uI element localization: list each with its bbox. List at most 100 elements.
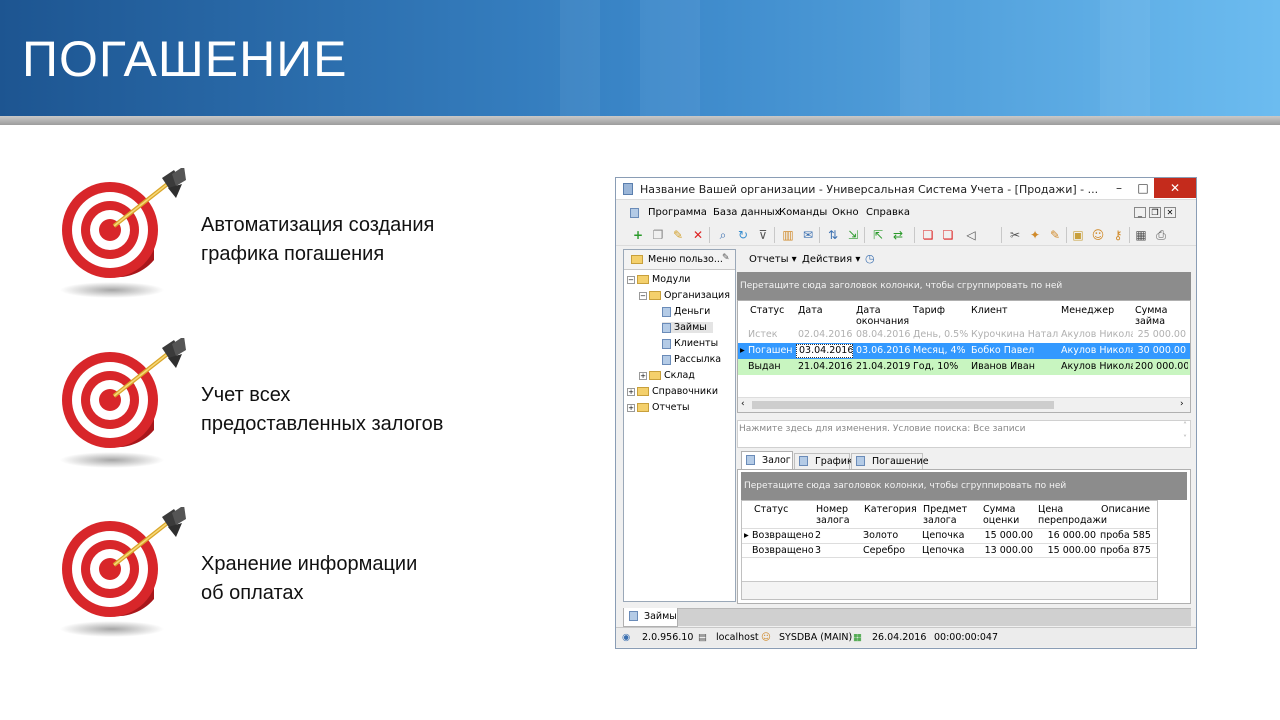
document-tab-loans[interactable]: Займы: [623, 608, 678, 627]
scroll-right-icon[interactable]: ›: [1180, 399, 1184, 409]
table-row-selected[interactable]: ▸ Погашен 03.04.2016 03.06.2016 Месяц, 4…: [738, 343, 1190, 359]
column-header-status[interactable]: Статус: [752, 504, 788, 515]
collapse-icon[interactable]: −: [627, 275, 635, 284]
reports-dropdown[interactable]: Отчеты ▾: [749, 254, 797, 265]
tree-node-clients[interactable]: Клиенты: [662, 338, 718, 349]
folder-icon: [637, 275, 649, 284]
menu-item-window[interactable]: Окно: [832, 207, 859, 218]
print-icon[interactable]: ⎙: [1154, 228, 1168, 242]
user-menu-tab[interactable]: Меню пользо... ✎: [624, 250, 735, 270]
comment-icon[interactable]: ✉: [801, 228, 815, 242]
column-header-category[interactable]: Категория: [862, 504, 917, 515]
filter-panel[interactable]: Нажмите здесь для изменения. Условие пои…: [737, 420, 1191, 448]
tree-label: Займы: [674, 322, 707, 333]
tree-node-loans[interactable]: Займы: [662, 322, 713, 333]
transfer-icon[interactable]: ⇄: [891, 228, 905, 242]
horizontal-scrollbar[interactable]: ‹ ›: [738, 397, 1190, 412]
window-titlebar[interactable]: Название Вашей организации - Универсальн…: [616, 178, 1196, 200]
note-icon[interactable]: ✎: [1048, 228, 1062, 242]
slide-title: ПОГАШЕНИЕ: [22, 31, 348, 87]
mdi-close-button[interactable]: ✕: [1164, 207, 1176, 218]
copy-icon[interactable]: ❐: [651, 228, 665, 242]
maximize-button[interactable]: □: [1132, 178, 1154, 198]
scroll-left-icon[interactable]: ‹: [741, 399, 745, 409]
export-icon[interactable]: ⇲: [846, 228, 860, 242]
column-header-description[interactable]: Описание: [1099, 504, 1150, 515]
close-button[interactable]: ✕: [1154, 178, 1196, 198]
scrollbar-thumb[interactable]: [752, 401, 1054, 409]
tree-node-modules[interactable]: − Модули: [627, 274, 690, 285]
filter-icon[interactable]: ⊽: [756, 228, 770, 242]
cell-client: Бобко Павел: [971, 345, 1035, 356]
group-by-panel[interactable]: Перетащите сюда заголовок колонки, чтобы…: [741, 472, 1187, 500]
tab-repayment[interactable]: Погашение: [851, 453, 929, 469]
delete-icon[interactable]: ✕: [691, 228, 705, 242]
scroll-up-icon[interactable]: ˄: [1183, 421, 1187, 430]
chart-icon[interactable]: ▥: [781, 228, 795, 242]
clock-icon[interactable]: ◷: [865, 252, 875, 265]
mdi-restore-button[interactable]: ❐: [1149, 207, 1161, 218]
menu-item-database[interactable]: База данных: [713, 207, 781, 218]
tree-node-money[interactable]: Деньги: [662, 306, 710, 317]
column-header-end-date[interactable]: Дата окончания: [854, 305, 909, 327]
document-icon: [662, 354, 671, 365]
table-row[interactable]: Выдан 21.04.2016 21.04.2019 Год, 10% Ива…: [738, 359, 1190, 375]
column-header-date[interactable]: Дата: [796, 305, 823, 316]
column-header-tariff[interactable]: Тариф: [911, 305, 945, 316]
minimize-button[interactable]: –: [1106, 178, 1132, 198]
menu-item-program[interactable]: Программа: [648, 207, 707, 218]
cell-resale: 15 000.00: [1047, 545, 1096, 556]
column-header-resale[interactable]: Цена перепродажи: [1036, 504, 1107, 526]
header-decoration: [1100, 0, 1150, 116]
settings-icon[interactable]: ✦: [1028, 228, 1042, 242]
add-icon[interactable]: +: [631, 228, 645, 242]
menu-item-commands[interactable]: Команды: [779, 207, 827, 218]
table-row[interactable]: Истек 02.04.2016 08.04.2016 День, 0.5% К…: [738, 327, 1190, 343]
tree-node-reports[interactable]: + Отчеты: [627, 402, 690, 413]
column-header-sum[interactable]: Сумма займа: [1133, 305, 1167, 327]
mdi-minimize-button[interactable]: _: [1134, 207, 1146, 218]
users-icon[interactable]: ☺: [1091, 228, 1105, 242]
edit-icon[interactable]: ✎: [671, 228, 685, 242]
tree-node-mailing[interactable]: Рассылка: [662, 354, 721, 365]
column-header-status[interactable]: Статус: [748, 305, 784, 316]
refresh-icon[interactable]: ↻: [736, 228, 750, 242]
column-header-item[interactable]: Предмет залога: [921, 504, 967, 526]
group-by-panel[interactable]: Перетащите сюда заголовок колонки, чтобы…: [737, 272, 1191, 300]
import-icon[interactable]: ⇱: [871, 228, 885, 242]
column-header-client[interactable]: Клиент: [969, 305, 1008, 316]
new-window-icon[interactable]: ❏: [921, 228, 935, 242]
pin-icon[interactable]: ✎: [722, 253, 730, 263]
column-header-number[interactable]: Номер залога: [814, 504, 850, 526]
scroll-down-icon[interactable]: ˅: [1183, 434, 1187, 443]
column-header-appraisal[interactable]: Сумма оценки: [981, 504, 1019, 526]
table-row[interactable]: ▸ Возвращено 2 Золото Цепочка 15 000.00 …: [742, 528, 1157, 543]
expand-icon[interactable]: +: [639, 371, 647, 380]
tree-node-directories[interactable]: + Справочники: [627, 386, 718, 397]
cell-status: Погашен: [748, 345, 793, 356]
tab-collateral[interactable]: Залог: [741, 451, 793, 469]
calendar-icon[interactable]: ▦: [1134, 228, 1148, 242]
speaker-icon[interactable]: ◁: [964, 228, 978, 242]
tools-icon[interactable]: ✂: [1008, 228, 1022, 242]
tab-schedule[interactable]: График: [794, 453, 853, 469]
window-icon[interactable]: ❏: [941, 228, 955, 242]
actions-dropdown[interactable]: Действия ▾: [802, 254, 860, 265]
lock-icon[interactable]: ▣: [1071, 228, 1085, 242]
cell-date-focused[interactable]: 03.04.2016: [796, 344, 853, 358]
tree-node-warehouse[interactable]: + Склад: [639, 370, 695, 381]
key-icon[interactable]: ⚷: [1111, 228, 1125, 242]
menu-item-help[interactable]: Справка: [866, 207, 910, 218]
table-row[interactable]: Возвращено 3 Серебро Цепочка 13 000.00 1…: [742, 543, 1157, 558]
cell-item: Цепочка: [922, 530, 965, 541]
collapse-icon[interactable]: −: [639, 291, 647, 300]
tree-node-organization[interactable]: − Организация: [639, 290, 730, 301]
collateral-tab-panel: Перетащите сюда заголовок колонки, чтобы…: [737, 469, 1191, 604]
expand-icon[interactable]: +: [627, 403, 635, 412]
main-toolbar: + ❐ ✎ ✕ ⌕ ↻ ⊽ ▥ ✉ ⇅ ⇲ ⇱ ⇄ ❏ ❏ ◁ ✂ ✦ ✎ ▣ …: [616, 224, 1196, 246]
feature-line: Автоматизация создания: [201, 214, 435, 236]
column-header-manager[interactable]: Менеджер: [1059, 305, 1114, 316]
search-icon[interactable]: ⌕: [716, 228, 730, 242]
expand-icon[interactable]: +: [627, 387, 635, 396]
sort-icon[interactable]: ⇅: [826, 228, 840, 242]
